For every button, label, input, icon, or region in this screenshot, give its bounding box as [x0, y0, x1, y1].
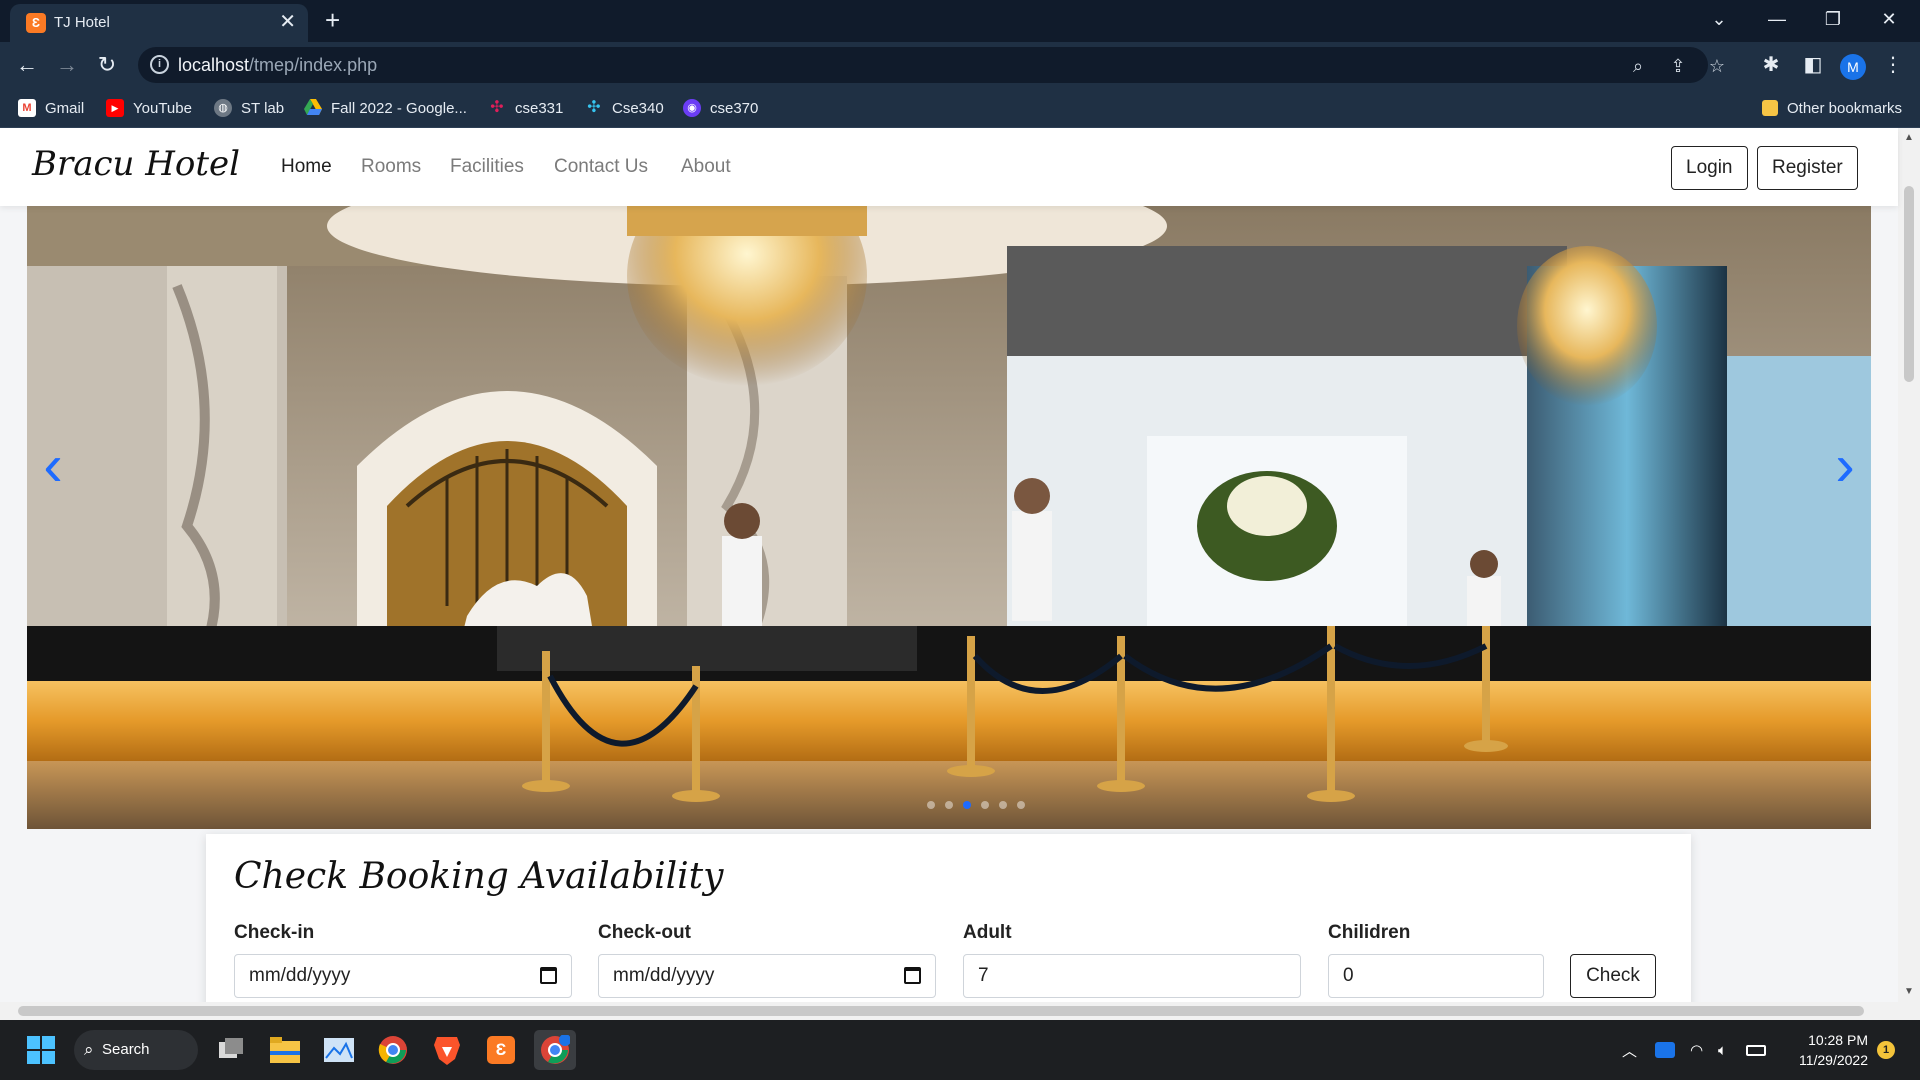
calendar-icon[interactable] [904, 967, 921, 984]
checkout-date-input[interactable]: mm/dd/yyyy [598, 954, 936, 998]
share-icon[interactable]: ⇪ [1665, 53, 1691, 79]
url-text[interactable]: localhost/tmep/index.php [178, 55, 377, 76]
new-tab-button[interactable]: + [325, 6, 340, 34]
brave-icon[interactable] [426, 1030, 468, 1070]
bookmark-gmail[interactable]: M Gmail [18, 96, 84, 120]
browser-toolbar: ← → ↻ i localhost/tmep/index.php ⌕ ⇪ ☆ ✱… [0, 42, 1920, 88]
photos-icon[interactable] [318, 1030, 360, 1070]
horizontal-scrollbar[interactable] [0, 1002, 1920, 1020]
brand-logo[interactable]: Bracu Hotel [32, 144, 240, 184]
nav-home[interactable]: Home [281, 156, 332, 178]
calendar-icon[interactable] [540, 967, 557, 984]
gmail-icon: M [18, 99, 36, 117]
volume-icon[interactable]: 🔈︎ [1718, 1020, 1727, 1080]
scroll-down-icon[interactable]: ▼ [1903, 986, 1915, 997]
carousel-indicator[interactable] [927, 801, 935, 809]
youtube-icon: ▶ [106, 99, 124, 117]
side-panel-icon[interactable]: ◧ [1800, 52, 1826, 78]
hero-carousel: ‹ › [27, 206, 1871, 829]
google-drive-icon [304, 99, 322, 117]
carousel-indicator[interactable] [945, 801, 953, 809]
hotel-lobby-image [27, 206, 1871, 829]
checkin-label: Check-in [234, 922, 315, 943]
carousel-indicator[interactable] [1017, 801, 1025, 809]
forward-icon[interactable]: → [52, 50, 82, 80]
xampp-icon[interactable]: Ɛ [480, 1030, 522, 1070]
minimize-button[interactable]: — [1752, 0, 1802, 42]
children-input[interactable]: 0 [1328, 954, 1544, 998]
search-icon: ⌕ [84, 1040, 94, 1059]
carousel-next-icon[interactable]: › [1825, 431, 1865, 501]
slack-icon: ✣ [490, 99, 504, 116]
bookmark-st-lab[interactable]: ◍ ST lab [214, 96, 284, 120]
register-button[interactable]: Register [1757, 146, 1858, 190]
tab-close-icon[interactable]: ✕ [279, 11, 296, 33]
bookmark-star-icon[interactable]: ☆ [1704, 53, 1730, 79]
carousel-indicator[interactable] [963, 801, 971, 809]
restore-button[interactable]: ❐ [1808, 0, 1858, 42]
back-icon[interactable]: ← [12, 50, 42, 80]
scrollbar-thumb[interactable] [1904, 186, 1914, 382]
onedrive-sync-icon[interactable] [1650, 1030, 1680, 1070]
carousel-prev-icon[interactable]: ‹ [33, 431, 73, 501]
site-navbar: Bracu Hotel Home Rooms Facilities Contac… [0, 128, 1898, 206]
folder-icon [1762, 100, 1778, 116]
show-hidden-icons[interactable]: ︿ [1622, 1020, 1637, 1080]
other-bookmarks[interactable]: Other bookmarks [1762, 96, 1902, 120]
vertical-scrollbar[interactable]: ▲ ▼ [1898, 128, 1920, 1002]
nav-contact-us[interactable]: Contact Us [554, 156, 648, 178]
slack-icon: ✣ [587, 99, 601, 116]
children-label: Chilidren [1328, 922, 1411, 943]
booking-title: Check Booking Availability [234, 856, 724, 897]
wifi-icon[interactable]: ◠ [1690, 1020, 1703, 1080]
checkin-date-input[interactable]: mm/dd/yyyy [234, 954, 572, 998]
carousel-indicator[interactable] [981, 801, 989, 809]
profile-avatar[interactable]: M [1840, 54, 1866, 80]
bookmark-cse340[interactable]: ✣ Cse340 [585, 96, 663, 120]
carousel-indicator[interactable] [999, 801, 1007, 809]
checkout-label: Check-out [598, 922, 691, 943]
address-bar[interactable]: i localhost/tmep/index.php ⌕ ⇪ ☆ [138, 47, 1725, 83]
file-explorer-icon[interactable] [264, 1030, 306, 1070]
chrome-profile-icon[interactable] [534, 1030, 576, 1070]
tab-search-icon[interactable]: ⌄ [1694, 0, 1744, 42]
zoom-icon[interactable]: ⌕ [1625, 53, 1651, 79]
page-viewport: Bracu Hotel Home Rooms Facilities Contac… [0, 128, 1920, 1002]
globe-icon: ◍ [214, 99, 232, 117]
windows-start-icon[interactable] [20, 1030, 62, 1070]
battery-icon[interactable] [1746, 1020, 1766, 1080]
bookmarks-bar: M Gmail ▶ YouTube ◍ ST lab Fall 2022 - G… [0, 88, 1920, 128]
scroll-up-icon[interactable]: ▲ [1903, 132, 1915, 143]
scrollbar-thumb[interactable] [18, 1006, 1864, 1016]
tab-title: TJ Hotel [54, 14, 110, 31]
xampp-favicon-icon: Ɛ [26, 13, 46, 33]
reload-icon[interactable]: ↻ [92, 50, 122, 80]
nav-rooms[interactable]: Rooms [361, 156, 421, 178]
task-view-icon[interactable] [210, 1030, 252, 1070]
nav-about[interactable]: About [681, 156, 731, 178]
chrome-icon[interactable] [372, 1030, 414, 1070]
extensions-icon[interactable]: ✱ [1758, 52, 1784, 78]
booking-availability-card: Check Booking Availability Check-in mm/d… [206, 834, 1691, 1002]
browser-tabbar: Ɛ TJ Hotel ✕ + ⌄ — ❐ ✕ [0, 0, 1920, 42]
close-window-button[interactable]: ✕ [1864, 0, 1914, 42]
check-button[interactable]: Check [1570, 954, 1656, 998]
menu-kebab-icon[interactable]: ⋮ [1880, 52, 1906, 78]
bookmark-cse370[interactable]: ◉ cse370 [683, 96, 758, 120]
adult-label: Adult [963, 922, 1012, 943]
notification-badge[interactable]: 1 [1877, 1041, 1895, 1059]
browser-tab[interactable]: Ɛ TJ Hotel ✕ [10, 4, 308, 42]
windows-taskbar: ⌕ Search Ɛ ︿ ◠ 🔈︎ 10:28 PM 11/29/2022 1 [0, 1020, 1920, 1080]
bookmark-google-drive[interactable]: Fall 2022 - Google... [304, 96, 467, 120]
taskbar-search[interactable]: ⌕ Search [74, 1030, 198, 1070]
badge-icon: ◉ [683, 99, 701, 117]
taskbar-clock[interactable]: 10:28 PM 11/29/2022 [1778, 1030, 1868, 1070]
bookmark-youtube[interactable]: ▶ YouTube [106, 96, 192, 120]
bookmark-cse331[interactable]: ✣ cse331 [488, 96, 563, 120]
site-info-icon[interactable]: i [150, 55, 169, 74]
adult-input[interactable]: 7 [963, 954, 1301, 998]
login-button[interactable]: Login [1671, 146, 1748, 190]
nav-facilities[interactable]: Facilities [450, 156, 524, 178]
